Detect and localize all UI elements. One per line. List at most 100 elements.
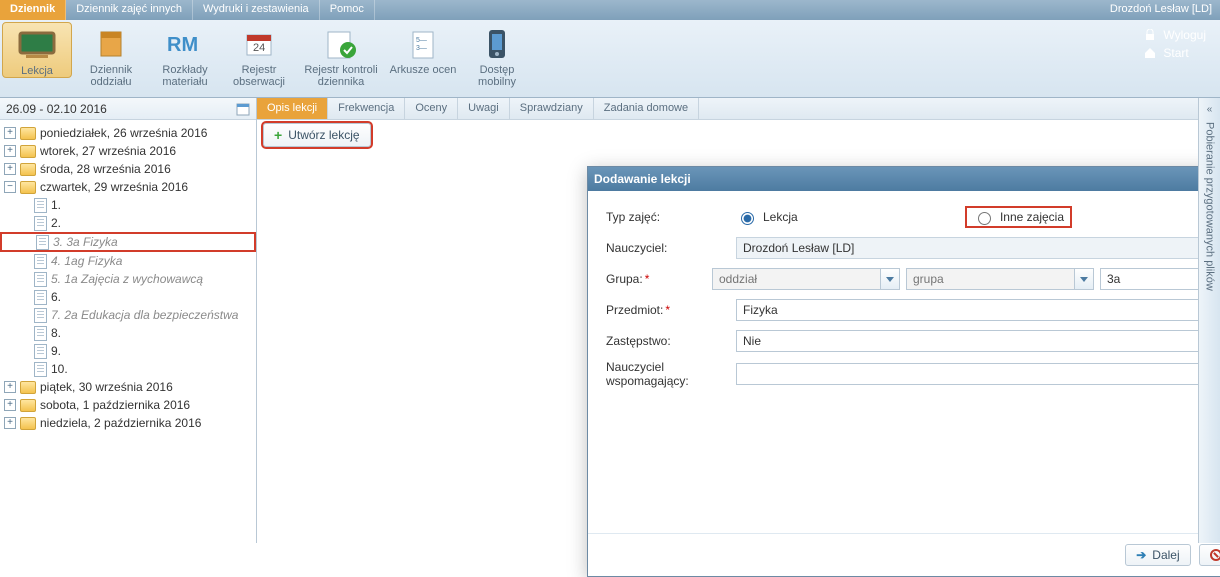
expand-icon[interactable]: +	[4, 127, 16, 139]
folder-icon	[20, 399, 36, 412]
tree-node-label: 9.	[51, 344, 61, 358]
label-nauczyciel: Nauczyciel:	[606, 241, 736, 255]
combo-oddzial[interactable]	[712, 268, 880, 290]
grades-icon: 5—3—	[402, 26, 444, 62]
dialog-title: Dodawanie lekcji	[594, 172, 691, 186]
top-menu-bar: Dziennik Dziennik zajęć innych Wydruki i…	[0, 0, 1220, 20]
page-icon	[34, 198, 47, 213]
tree-node-label: 2.	[51, 216, 61, 230]
tree-lesson[interactable]: 2.	[0, 214, 256, 232]
ribbon-rejestr-obserwacji[interactable]: 24 Rejestr obserwacji	[222, 20, 296, 88]
add-lesson-dialog: Dodawanie lekcji ✕ Typ zajęć: Lekcja Inn…	[587, 166, 1220, 577]
radio-lekcja[interactable]: Lekcja	[736, 209, 798, 225]
tree-lesson[interactable]: 1.	[0, 196, 256, 214]
radio-inne-label: Inne zajęcia	[1000, 210, 1064, 224]
combo-oddzial-trigger[interactable]	[880, 268, 900, 290]
calendar-picker-icon[interactable]	[236, 102, 250, 116]
folder-icon	[20, 181, 36, 194]
subtab-uwagi[interactable]: Uwagi	[458, 98, 510, 119]
tree-lesson[interactable]: 9.	[0, 342, 256, 360]
tree-lesson[interactable]: 6.	[0, 288, 256, 306]
combo-grupa[interactable]	[906, 268, 1074, 290]
ribbon-label: Lekcja	[3, 65, 71, 77]
subtab-oceny[interactable]: Oceny	[405, 98, 458, 119]
ribbon-arkusze-ocen[interactable]: 5—3— Arkusze ocen	[386, 20, 460, 76]
subtab-opis-lekcji[interactable]: Opis lekcji	[257, 98, 328, 119]
ribbon-label: Dostęp mobilny	[460, 64, 534, 88]
tree-node-label: niedziela, 2 października 2016	[40, 416, 201, 430]
ribbon-right-links: Wyloguj Start	[1143, 20, 1220, 64]
tree-day[interactable]: +piątek, 30 września 2016	[0, 378, 256, 396]
tree-node-label: 10.	[51, 362, 68, 376]
field-nauczyciel: Drozdoń Lesław [LD]	[736, 237, 1220, 259]
combo-przedmiot[interactable]	[736, 299, 1220, 321]
svg-text:5—: 5—	[416, 37, 427, 44]
subtabs: Opis lekcji Frekwencja Oceny Uwagi Spraw…	[257, 98, 1220, 120]
radio-inne-zajecia[interactable]: Inne zajęcia	[965, 206, 1072, 228]
expand-icon[interactable]: −	[4, 181, 16, 193]
tree-lesson[interactable]: 3. 3a Fizyka	[0, 232, 256, 252]
dialog-header[interactable]: Dodawanie lekcji ✕	[588, 167, 1220, 191]
cancel-button[interactable]: Anuluj	[1199, 544, 1220, 566]
checklist-icon	[320, 26, 362, 62]
expand-icon[interactable]: +	[4, 417, 16, 429]
toptab-dziennik-innych[interactable]: Dziennik zajęć innych	[66, 0, 193, 20]
tree-day[interactable]: +sobota, 1 października 2016	[0, 396, 256, 414]
tree-lesson[interactable]: 7. 2a Edukacja dla bezpieczeństwa	[0, 306, 256, 324]
tree-day[interactable]: +wtorek, 27 września 2016	[0, 142, 256, 160]
tree-lesson[interactable]: 8.	[0, 324, 256, 342]
toptab-dziennik[interactable]: Dziennik	[0, 0, 66, 20]
expand-icon[interactable]: +	[4, 145, 16, 157]
ribbon-dostep-mobilny[interactable]: Dostęp mobilny	[460, 20, 534, 88]
tree-node-label: poniedziałek, 26 września 2016	[40, 126, 207, 140]
tree-node-label: środa, 28 września 2016	[40, 162, 171, 176]
expand-icon[interactable]: +	[4, 399, 16, 411]
combo-nauczyciel-wspom[interactable]	[736, 363, 1220, 385]
start-link[interactable]: Start	[1143, 46, 1206, 60]
subtab-frekwencja[interactable]: Frekwencja	[328, 98, 405, 119]
toptab-wydruki[interactable]: Wydruki i zestawienia	[193, 0, 320, 20]
page-icon	[34, 308, 47, 323]
create-lesson-button[interactable]: + Utwórz lekcję	[263, 123, 371, 147]
svg-text:3—: 3—	[416, 45, 427, 52]
tree-lesson[interactable]: 10.	[0, 360, 256, 378]
page-icon	[34, 272, 47, 287]
tree-lesson[interactable]: 5. 1a Zajęcia z wychowawcą	[0, 270, 256, 288]
tree-day[interactable]: + środa, 28 września 2016	[0, 160, 256, 178]
main-content: Opis lekcji Frekwencja Oceny Uwagi Spraw…	[257, 98, 1220, 543]
tree-node-label: 7. 2a Edukacja dla bezpieczeństwa	[51, 308, 238, 322]
label-nauczyciel-wspom: Nauczyciel wspomagający:	[606, 360, 736, 388]
page-icon	[34, 216, 47, 231]
tree-day[interactable]: + poniedziałek, 26 września 2016	[0, 124, 256, 142]
expand-icon[interactable]: +	[4, 381, 16, 393]
home-icon	[1143, 46, 1157, 60]
combo-grupa-trigger[interactable]	[1074, 268, 1094, 290]
toptab-pomoc[interactable]: Pomoc	[320, 0, 375, 20]
date-range-header[interactable]: 26.09 - 02.10 2016	[0, 98, 256, 120]
subtab-zadania-domowe[interactable]: Zadania domowe	[594, 98, 699, 119]
folder-icon	[20, 417, 36, 430]
tree-day[interactable]: + niedziela, 2 października 2016	[0, 414, 256, 432]
arrow-right-icon: ➔	[1136, 548, 1146, 562]
logout-link[interactable]: Wyloguj	[1143, 28, 1206, 42]
combo-zastepstwo[interactable]	[736, 330, 1220, 352]
calendar-icon: 24	[238, 26, 280, 62]
tree-day[interactable]: −czwartek, 29 września 2016	[0, 178, 256, 196]
ribbon-lekcja[interactable]: Lekcja	[2, 22, 72, 78]
svg-text:24: 24	[253, 42, 265, 54]
label-grupa: Grupa:*	[606, 272, 712, 286]
blackboard-icon	[16, 27, 58, 63]
tree-node-label: 1.	[51, 198, 61, 212]
downloads-panel-collapsed[interactable]: « Pobieranie przygotowanych plików	[1198, 98, 1220, 543]
subtab-sprawdziany[interactable]: Sprawdziany	[510, 98, 594, 119]
ribbon-dziennik-oddzialu[interactable]: Dziennik oddziału	[74, 20, 148, 88]
ribbon-label: Rozkłady materiału	[148, 64, 222, 88]
ribbon-rozklady[interactable]: RM Rozkłady materiału	[148, 20, 222, 88]
ribbon-label: Rejestr kontroli dziennika	[296, 64, 386, 88]
expand-icon[interactable]: +	[4, 163, 16, 175]
ribbon-rejestr-kontroli[interactable]: Rejestr kontroli dziennika	[296, 20, 386, 88]
next-button-label: Dalej	[1152, 548, 1179, 562]
tree-lesson[interactable]: 4. 1ag Fizyka	[0, 252, 256, 270]
svg-text:RM: RM	[167, 34, 198, 56]
next-button[interactable]: ➔ Dalej	[1125, 544, 1190, 566]
